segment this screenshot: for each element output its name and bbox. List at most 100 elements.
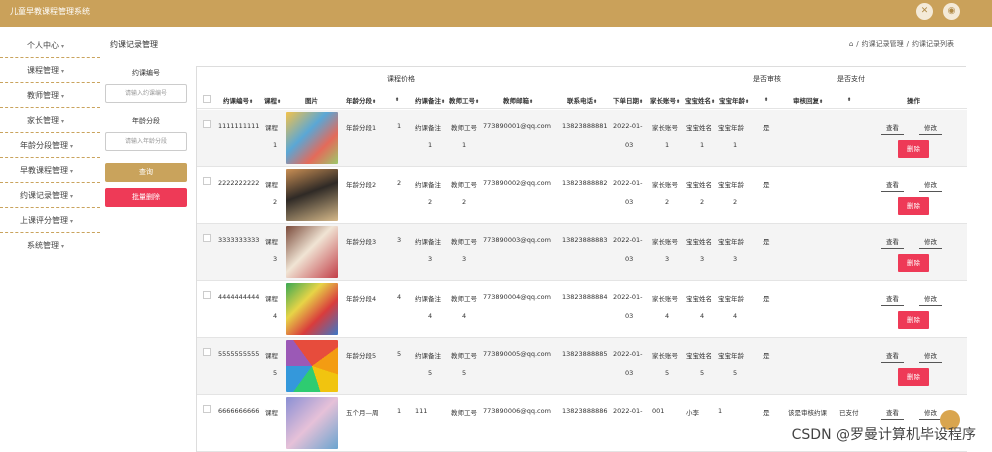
delete-button[interactable]: 删除: [898, 140, 929, 158]
view-button[interactable]: 查看: [881, 407, 904, 420]
booking-id-cell: 6666666666: [218, 407, 260, 415]
close-circle-icon[interactable]: ✕: [916, 3, 933, 20]
breadcrumb-item: 约课记录列表: [912, 40, 954, 48]
column-header[interactable]: 家长账号⬍: [650, 95, 680, 105]
delete-button[interactable]: 删除: [898, 368, 929, 386]
column-header[interactable]: 教师工号⬍: [449, 95, 479, 105]
remark-cell: 约课备注: [415, 181, 441, 189]
parent-account-cell: 家长账号: [652, 352, 678, 360]
is-reviewed-cell: 是: [763, 238, 770, 246]
booking-id-input[interactable]: 请输入约课编号: [105, 84, 187, 103]
teacher-id-cell: 教师工号: [451, 409, 477, 417]
parent-account-cell: 001: [652, 407, 665, 415]
view-button[interactable]: 查看: [881, 293, 904, 306]
course-cell: 课程: [265, 409, 278, 417]
column-header[interactable]: 约课编号⬍: [223, 95, 253, 105]
baby-name-cell: 2: [700, 198, 705, 206]
view-button[interactable]: 查看: [881, 236, 904, 249]
is-reviewed-cell: 是: [763, 295, 770, 303]
remark-cell: 约课备注: [415, 238, 441, 246]
sidebar-item-system[interactable]: 系统管理 ▾: [0, 233, 100, 258]
delete-button[interactable]: 删除: [898, 197, 929, 215]
teacher-id-cell: 1: [462, 141, 467, 149]
teacher-id-cell: 教师工号: [451, 181, 477, 189]
order-date-cell: 03: [625, 198, 634, 206]
user-icon[interactable]: ◉: [943, 3, 960, 20]
edit-button[interactable]: 修改: [919, 293, 942, 306]
view-button[interactable]: 查看: [881, 350, 904, 363]
delete-button[interactable]: 删除: [898, 311, 929, 329]
group-header-is-paid: 是否支付: [837, 75, 865, 83]
baby-name-cell: 5: [700, 369, 705, 377]
sidebar-item-parents[interactable]: 家长管理 ▾: [0, 108, 100, 133]
column-header[interactable]: ⬍: [847, 95, 851, 103]
column-header[interactable]: 约课备注⬍: [415, 95, 445, 105]
sidebar-item-age-groups[interactable]: 年龄分段管理 ▾: [0, 133, 100, 158]
edit-button[interactable]: 修改: [919, 179, 942, 192]
chevron-down-icon: ▾: [61, 43, 65, 50]
baby-age-cell: 5: [733, 369, 738, 377]
remark-cell: 约课备注: [415, 124, 441, 132]
edit-button[interactable]: 修改: [919, 350, 942, 363]
course-image: [286, 169, 338, 221]
teacher-email-cell: 773890005@qq.com: [483, 350, 551, 358]
breadcrumb: ⌂ / 约课记录管理 / 约课记录列表: [849, 39, 954, 49]
batch-delete-button[interactable]: 批量删除: [105, 188, 187, 207]
delete-button[interactable]: 删除: [898, 254, 929, 272]
order-date-cell: 03: [625, 255, 634, 263]
row-checkbox[interactable]: [203, 291, 211, 299]
sidebar-item-bookings[interactable]: 约课记录管理 ▾: [0, 183, 100, 208]
column-header[interactable]: 课程⬍: [264, 95, 281, 105]
phone-cell: 13823888886: [562, 407, 608, 415]
age-group-input[interactable]: 请输入年龄分段: [105, 132, 187, 151]
select-all-checkbox[interactable]: [203, 95, 211, 103]
column-header: 操作: [907, 97, 920, 105]
sidebar-item-ratings[interactable]: 上课评分管理 ▾: [0, 208, 100, 233]
price-cell: 1: [397, 122, 402, 130]
phone-cell: 13823888883: [562, 236, 608, 244]
age-group-cell: 五个月—周: [346, 409, 379, 417]
booking-id-label: 约课编号: [132, 69, 160, 77]
column-header[interactable]: 年龄分段⬍: [346, 95, 376, 105]
column-header[interactable]: 宝宝年龄⬍: [719, 95, 749, 105]
view-button[interactable]: 查看: [881, 122, 904, 135]
home-icon[interactable]: ⌂: [849, 40, 853, 48]
age-group-label: 年龄分段: [132, 117, 160, 125]
row-checkbox[interactable]: [203, 405, 211, 413]
table-row: 2222222222 课程 2 年龄分段2 2 约课备注 2 教师工号 2 773890002@q…: [197, 167, 967, 224]
column-header[interactable]: 联系电话⬍: [567, 95, 597, 105]
age-group-cell: 年龄分段5: [346, 352, 377, 360]
view-button[interactable]: 查看: [881, 179, 904, 192]
column-header[interactable]: 审核回复⬍: [793, 95, 823, 105]
chevron-down-icon: ▾: [61, 243, 65, 250]
column-header[interactable]: ⬍: [764, 95, 768, 103]
column-header[interactable]: 下单日期⬍: [613, 95, 643, 105]
edit-button[interactable]: 修改: [919, 122, 942, 135]
breadcrumb-item[interactable]: 约课记录管理: [862, 40, 904, 48]
sidebar-item-courses[interactable]: 课程管理 ▾: [0, 58, 100, 83]
sidebar-item-personal-center[interactable]: 个人中心 ▾: [0, 33, 100, 58]
course-cell: 课程: [265, 181, 278, 189]
sidebar-item-early-courses[interactable]: 早教课程管理 ▾: [0, 158, 100, 183]
watermark: CSDN @罗曼计算机毕设程序: [791, 427, 976, 443]
course-image: [286, 397, 338, 449]
booking-id-cell: 2222222222: [218, 179, 260, 187]
course-cell: 课程: [265, 124, 278, 132]
booking-id-cell: 1111111111: [218, 122, 260, 130]
is-reviewed-cell: 是: [763, 352, 770, 360]
column-header[interactable]: 教师邮箱⬍: [503, 95, 533, 105]
edit-button[interactable]: 修改: [919, 407, 942, 420]
teacher-id-cell: 教师工号: [451, 352, 477, 360]
course-cell: 3: [273, 255, 278, 263]
query-button[interactable]: 查询: [105, 163, 187, 182]
row-checkbox[interactable]: [203, 234, 211, 242]
sidebar-item-teachers[interactable]: 教师管理 ▾: [0, 83, 100, 108]
baby-age-cell: 宝宝年龄: [718, 238, 744, 246]
column-header[interactable]: ⬍: [395, 95, 399, 103]
edit-button[interactable]: 修改: [919, 236, 942, 249]
column-header[interactable]: 宝宝姓名⬍: [685, 95, 715, 105]
group-header-is-reviewed: 是否审核: [753, 75, 781, 83]
row-checkbox[interactable]: [203, 348, 211, 356]
row-checkbox[interactable]: [203, 120, 211, 128]
row-checkbox[interactable]: [203, 177, 211, 185]
